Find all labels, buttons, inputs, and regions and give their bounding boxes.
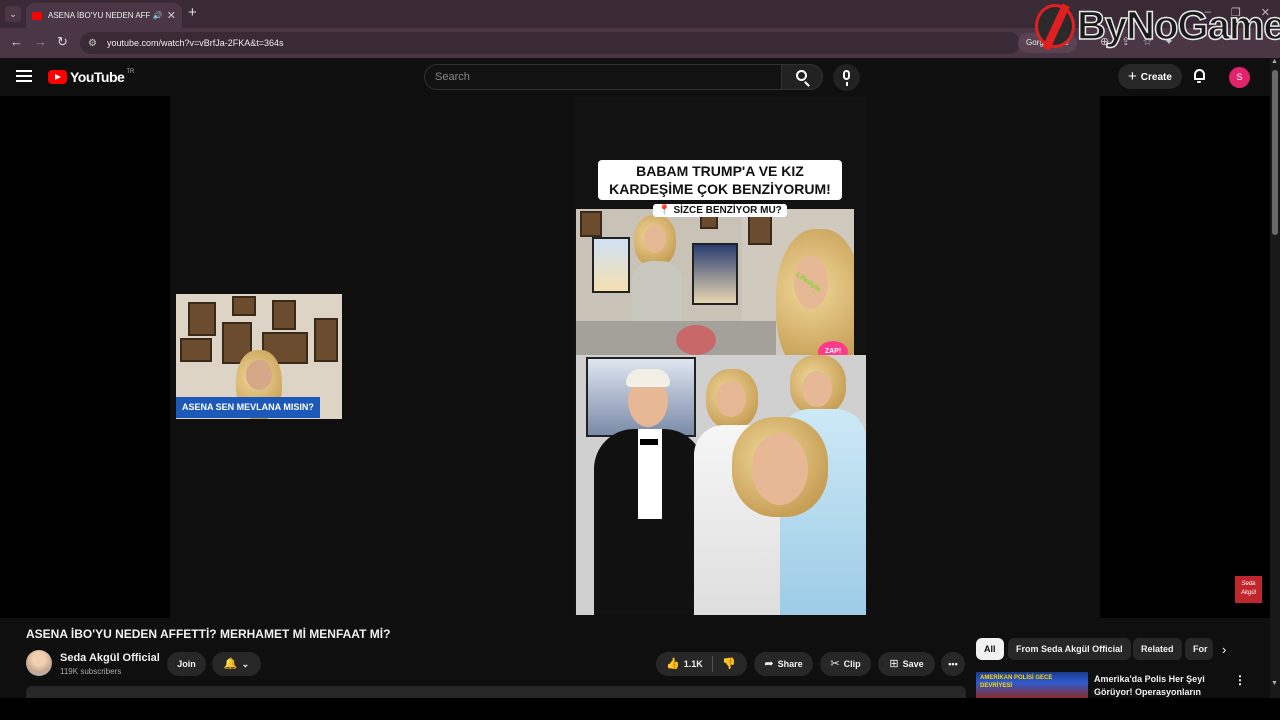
new-tab-button[interactable]: + [188, 4, 197, 21]
speaker-icon[interactable]: 🔊 [153, 11, 163, 20]
search-icon [796, 70, 807, 81]
video-family-photo [576, 355, 866, 615]
like-divider [712, 656, 713, 672]
recommended-title[interactable]: Amerika'da Polis Her Şeyi Görüyor! Opera… [1094, 673, 1224, 698]
join-button[interactable]: Join [167, 652, 206, 676]
like-button[interactable]: 👍 1.1K [666, 652, 703, 676]
like-count: 1.1K [683, 659, 703, 669]
share-label: Share [777, 659, 803, 669]
more-horizontal-icon: ••• [948, 659, 958, 669]
plus-icon: + [1128, 68, 1137, 85]
channel-avatar[interactable] [26, 650, 52, 676]
bynogame-watermark: ByNoGame [1035, 0, 1280, 52]
more-actions-button[interactable]: ••• [941, 652, 965, 676]
chip-related[interactable]: Related [1133, 638, 1182, 660]
create-label: Create [1140, 72, 1172, 83]
youtube-favicon-icon [32, 11, 42, 20]
youtube-header: YouTube TR Search + Create S [0, 58, 1270, 96]
video-collage-photo [576, 209, 742, 321]
dislike-button[interactable]: 👎 [722, 652, 740, 676]
youtube-logo[interactable]: YouTube TR [48, 69, 134, 85]
save-button[interactable]: ⊞ Save [878, 652, 935, 676]
like-dislike-group: 👍 1.1K 👎 [656, 652, 747, 676]
back-icon[interactable]: ← [10, 34, 23, 49]
clip-label: Clip [843, 659, 861, 669]
chevron-right-icon[interactable]: › [1222, 642, 1226, 657]
microphone-icon [843, 70, 850, 86]
bynogame-logo-icon [1035, 4, 1075, 48]
chip-for-you[interactable]: For [1185, 638, 1213, 660]
youtube-play-icon [48, 70, 67, 84]
share-icon: ➦ [764, 658, 774, 670]
scroll-up-icon[interactable]: ▲ [1271, 58, 1278, 65]
channel-name[interactable]: Seda Akgül Official [60, 652, 160, 664]
pin-icon: 📍 [658, 205, 671, 216]
description-box[interactable] [26, 686, 966, 698]
channel-corner-logo: Seda Akgül [1235, 576, 1262, 603]
video-title: ASENA İBO'YU NEDEN AFFETTİ? MERHAMET Mİ … [26, 627, 391, 641]
chip-from-channel[interactable]: From Seda Akgül Official [1008, 638, 1131, 660]
more-vertical-icon[interactable]: ⋮ [1234, 673, 1246, 687]
reload-icon[interactable]: ↻ [57, 34, 68, 50]
scrollbar-thumb[interactable] [1272, 70, 1278, 235]
video-subline-text: SİZCE BENZİYOR MU? [673, 205, 782, 216]
video-headline-overlay: BABAM TRUMP'A VE KIZ KARDEŞİME ÇOK BENZİ… [598, 160, 842, 218]
scissors-icon: ✂ [830, 658, 840, 670]
tab-title: ASENA İBO'YU NEDEN AFFE [48, 11, 151, 20]
notifications-bell-icon[interactable] [1193, 69, 1207, 83]
url-text: youtube.com/watch?v=vBrfJa-2FKA&t=364s [106, 38, 284, 48]
voice-search-button[interactable] [833, 64, 860, 91]
browser-tab[interactable]: ASENA İBO'YU NEDEN AFFE 🔊 ✕ [26, 3, 182, 28]
forward-icon[interactable]: → [34, 34, 47, 49]
subscriber-count: 119K subscribers [60, 667, 122, 676]
user-avatar[interactable]: S [1229, 67, 1250, 88]
recommended-thumbnail[interactable]: AMERİKAN POLİSİ GECE DEVRİYESİ [976, 672, 1088, 698]
tab-search-dropdown-icon[interactable]: ⌄ [5, 6, 21, 22]
search-input[interactable]: Search [424, 64, 782, 90]
youtube-wordmark: YouTube [70, 69, 125, 85]
hamburger-menu-icon[interactable] [16, 70, 32, 82]
video-headline: BABAM TRUMP'A VE KIZ KARDEŞİME ÇOK BENZİ… [598, 160, 842, 200]
bookmark-icon: ⊞ [889, 658, 899, 670]
chevron-down-icon: ⌄ [241, 659, 250, 669]
bottom-bar [0, 698, 1280, 720]
watermark-text: ByNoGame [1076, 3, 1280, 49]
clip-button[interactable]: ✂ Clip [820, 652, 871, 676]
thumbs-down-icon: 👎 [722, 658, 736, 670]
chip-all[interactable]: All [976, 638, 1004, 660]
country-code: TR [126, 69, 135, 75]
bell-icon: 🔔 [223, 658, 238, 670]
create-button[interactable]: + Create [1118, 64, 1182, 89]
close-tab-icon[interactable]: ✕ [167, 9, 176, 22]
thumbs-up-icon: 👍 [666, 658, 680, 670]
page-scrollbar[interactable]: ▲ ▼ [1270, 58, 1280, 698]
notification-preferences-button[interactable]: 🔔 ⌄ [212, 652, 261, 676]
video-subline: 📍 SİZCE BENZİYOR MU? [653, 204, 787, 217]
share-button[interactable]: ➦ Share [754, 652, 813, 676]
url-field[interactable]: ⚙ youtube.com/watch?v=vBrfJa-2FKA&t=364s [80, 32, 1020, 54]
save-label: Save [902, 659, 924, 669]
search-button[interactable] [781, 64, 823, 90]
pip-caption: ASENA SEN MEVLANA MISIN? [176, 397, 320, 418]
site-info-icon[interactable]: ⚙ [88, 38, 97, 49]
scroll-down-icon[interactable]: ▼ [1271, 680, 1278, 687]
